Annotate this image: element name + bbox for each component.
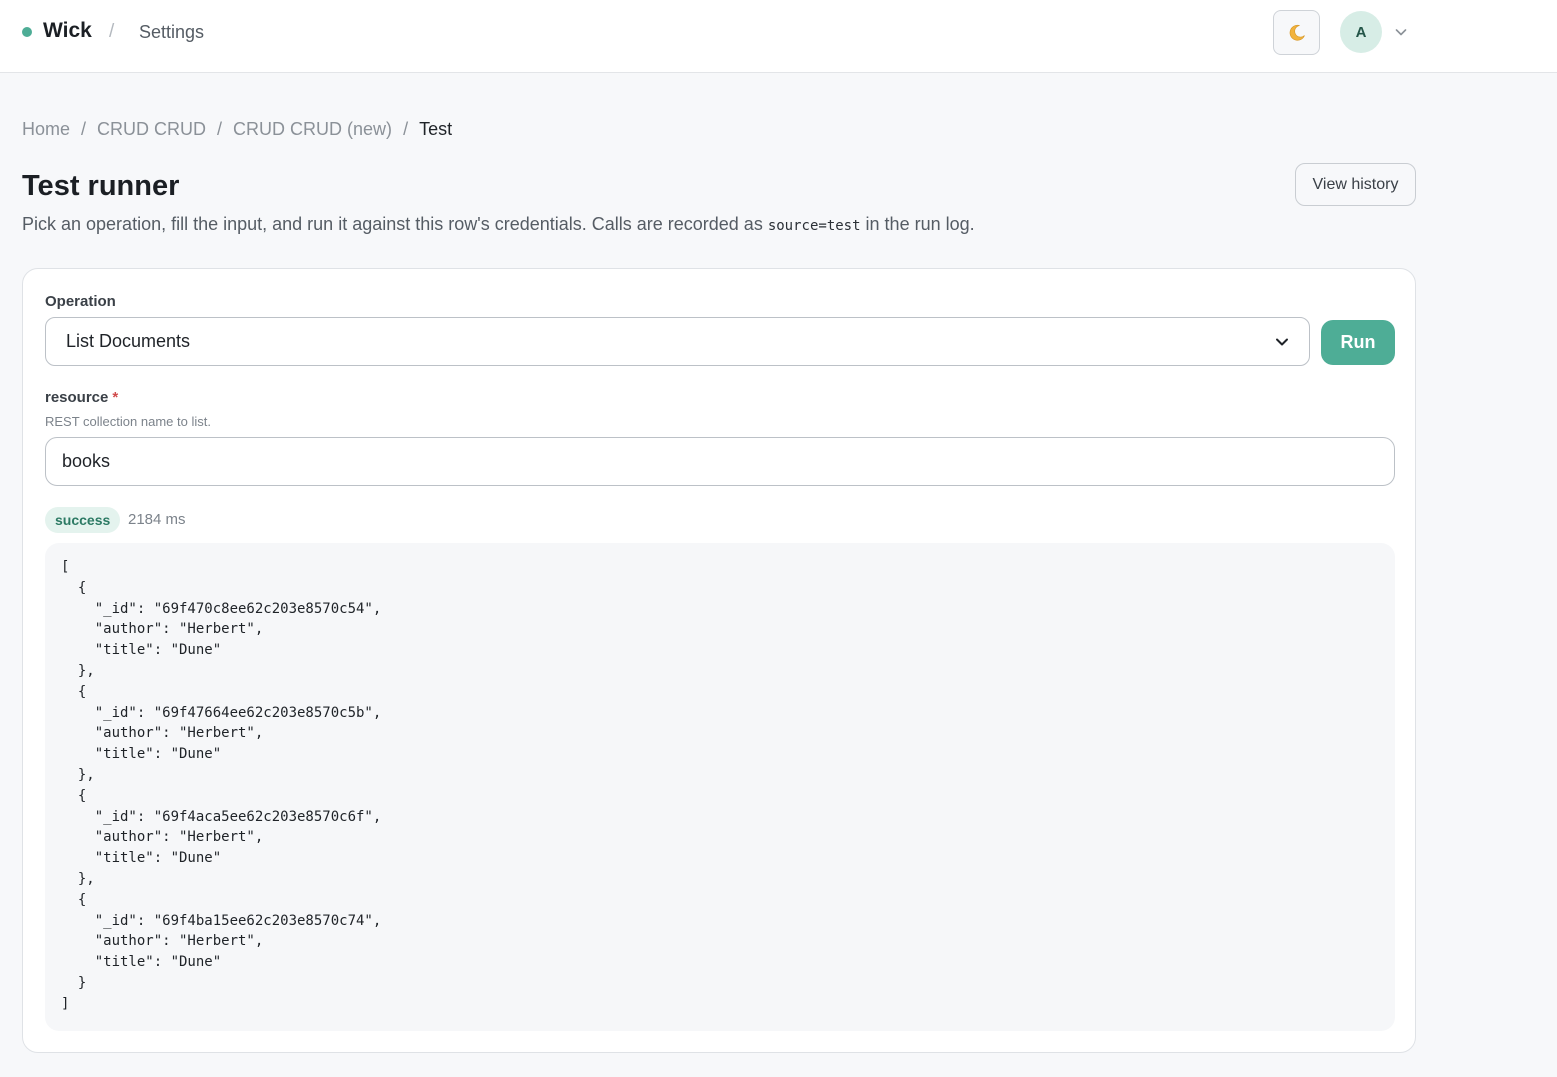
brand-separator: / — [109, 21, 115, 42]
theme-toggle-button[interactable] — [1273, 10, 1320, 55]
breadcrumb-separator: / — [217, 119, 223, 139]
operation-label: Operation — [45, 293, 116, 310]
run-button[interactable]: Run — [1321, 320, 1395, 365]
status-badge: success — [45, 507, 121, 533]
breadcrumb-separator: / — [403, 119, 409, 139]
page-description: Pick an operation, fill the input, and r… — [22, 214, 975, 235]
chevron-down-icon[interactable] — [1394, 25, 1408, 39]
breadcrumb-crud-crud-new[interactable]: CRUD CRUD (new) — [233, 119, 392, 140]
page-title: Test runner — [22, 170, 180, 202]
chevron-down-icon — [1276, 338, 1288, 345]
moon-icon — [1289, 24, 1305, 41]
test-runner-card: Operation List Documents Run resource * R… — [22, 268, 1416, 1053]
required-marker: * — [112, 389, 119, 406]
view-history-button[interactable]: View history — [1295, 163, 1416, 206]
result-output[interactable]: [ { "_id": "69f470c8ee62c203e8570c54", "… — [45, 543, 1395, 1031]
resource-label: resource * — [45, 389, 118, 406]
breadcrumb-current: Test — [419, 119, 453, 139]
breadcrumb-separator: / — [81, 119, 87, 139]
avatar[interactable]: A — [1340, 11, 1382, 53]
duration-text: 2184 ms — [128, 511, 186, 528]
operation-select[interactable]: List Documents — [45, 317, 1310, 366]
breadcrumb: Home / CRUD CRUD / CRUD CRUD (new) / Tes… — [22, 119, 452, 140]
breadcrumb-crud-crud[interactable]: CRUD CRUD — [97, 119, 206, 140]
section-title[interactable]: Settings — [139, 22, 204, 43]
avatar-initial: A — [1355, 23, 1367, 41]
resource-label-text: resource — [45, 389, 109, 406]
breadcrumb-home[interactable]: Home — [22, 119, 70, 140]
resource-input[interactable] — [45, 437, 1395, 486]
operation-selected-value: List Documents — [66, 331, 191, 351]
resource-help-text: REST collection name to list. — [45, 414, 211, 429]
top-bar: Wick / Settings A — [0, 0, 1557, 73]
source-code-label: source=test — [767, 218, 861, 234]
description-text-end: in the run log. — [860, 214, 975, 234]
description-text: Pick an operation, fill the input, and r… — [22, 214, 768, 234]
brand-name[interactable]: Wick — [43, 19, 92, 43]
brand-dot-icon — [22, 27, 32, 37]
